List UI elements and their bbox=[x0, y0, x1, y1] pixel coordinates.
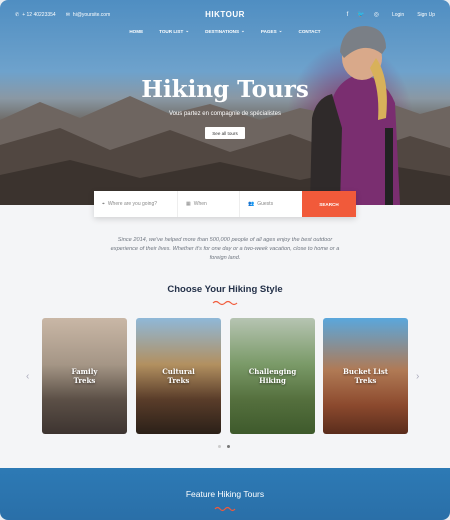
card-label-line: Treks bbox=[167, 376, 190, 385]
destination-placeholder: Where are you going? bbox=[107, 201, 158, 207]
style-card-challenging[interactable]: Challenging Hiking bbox=[230, 318, 315, 434]
date-field[interactable]: ▦ When bbox=[178, 191, 240, 217]
card-label-line: Cultural bbox=[162, 366, 195, 376]
date-placeholder: When bbox=[193, 201, 207, 207]
hero-banner: ✆ + 12 40223354 ✉ hi@yoursite.com HIKTOU… bbox=[0, 0, 450, 205]
nav-item-contact[interactable]: CONTACT bbox=[299, 28, 321, 34]
carousel-dot-active[interactable] bbox=[227, 445, 230, 448]
nav-item-home[interactable]: HOME bbox=[129, 28, 143, 34]
chevron-left-icon[interactable]: ‹ bbox=[26, 371, 29, 382]
intro-text: Since 2014, we've helped more than 500,0… bbox=[110, 237, 340, 261]
guests-placeholder: Guests bbox=[257, 201, 274, 207]
nav-label: HOME bbox=[129, 28, 144, 34]
nav-label: PAGES bbox=[260, 28, 277, 34]
calendar-icon: ▦ bbox=[186, 201, 191, 207]
nav-item-destinations[interactable]: DESTINATIONS ⌄ bbox=[205, 28, 245, 34]
carousel-dots bbox=[218, 445, 230, 448]
card-label: Family Treks bbox=[72, 367, 98, 385]
card-label-line: Challenging bbox=[248, 366, 297, 376]
card-label-line: Family bbox=[71, 366, 98, 376]
card-label: Cultural Treks bbox=[162, 367, 195, 385]
carousel-dot[interactable] bbox=[218, 445, 221, 448]
users-icon: 👥 bbox=[248, 201, 255, 207]
facebook-icon[interactable]: f bbox=[347, 12, 349, 18]
wave-divider-icon bbox=[214, 506, 236, 512]
chevron-right-icon[interactable]: › bbox=[416, 371, 419, 382]
nav-label: TOUR LIST bbox=[159, 28, 184, 34]
nav-item-tour-list[interactable]: TOUR LIST ⌄ bbox=[159, 28, 189, 34]
wave-divider-icon bbox=[212, 300, 238, 306]
twitter-icon[interactable]: 🐦 bbox=[357, 11, 364, 18]
card-label-line: Hiking bbox=[259, 376, 286, 385]
chevron-down-icon: ⌄ bbox=[278, 28, 283, 33]
nav-label: CONTACT bbox=[298, 28, 321, 34]
instagram-icon[interactable]: ◎ bbox=[374, 11, 379, 18]
hero-title: Hiking Tours bbox=[141, 76, 309, 103]
guests-field[interactable]: 👥 Guests bbox=[240, 191, 302, 217]
search-button[interactable]: SEARCH bbox=[302, 191, 356, 217]
nav-label: DESTINATIONS bbox=[205, 28, 240, 34]
feature-title: Feature Hiking Tours bbox=[185, 489, 265, 499]
style-card-bucket-list[interactable]: Bucket List Treks bbox=[323, 318, 408, 434]
destination-field[interactable]: ⌖ Where are you going? bbox=[94, 191, 178, 217]
chevron-down-icon: ⌄ bbox=[185, 28, 190, 33]
card-label: Bucket List Treks bbox=[343, 367, 388, 385]
page: ✆ + 12 40223354 ✉ hi@yoursite.com HIKTOU… bbox=[0, 0, 450, 520]
section-title: Choose Your Hiking Style bbox=[167, 284, 283, 295]
login-link[interactable]: Login bbox=[392, 12, 404, 18]
search-bar: ⌖ Where are you going? ▦ When 👥 Guests S… bbox=[94, 191, 356, 217]
social-and-auth: f 🐦 ◎ Login Sign Up bbox=[347, 11, 435, 19]
chevron-down-icon: ⌄ bbox=[241, 28, 245, 33]
card-label-line: Treks bbox=[354, 376, 377, 385]
style-card-family[interactable]: Family Treks bbox=[42, 318, 127, 434]
card-label: Challenging Hiking bbox=[249, 367, 297, 385]
main-nav: HOME TOUR LIST ⌄ DESTINATIONS ⌄ PAGES ⌄ CON… bbox=[0, 28, 450, 34]
hero-subtitle: Vous partez en compagnie de spécialistes bbox=[168, 111, 282, 117]
card-label-line: Treks bbox=[73, 376, 96, 385]
style-card-cultural[interactable]: Cultural Treks bbox=[136, 318, 221, 434]
nav-item-pages[interactable]: PAGES ⌄ bbox=[261, 28, 283, 34]
signup-link[interactable]: Sign Up bbox=[417, 12, 435, 18]
see-all-tours-button[interactable]: See all tours bbox=[205, 127, 245, 139]
card-label-line: Bucket List bbox=[343, 366, 388, 376]
location-pin-icon: ⌖ bbox=[102, 201, 105, 207]
top-bar: ✆ + 12 40223354 ✉ hi@yoursite.com HIKTOU… bbox=[0, 0, 450, 30]
